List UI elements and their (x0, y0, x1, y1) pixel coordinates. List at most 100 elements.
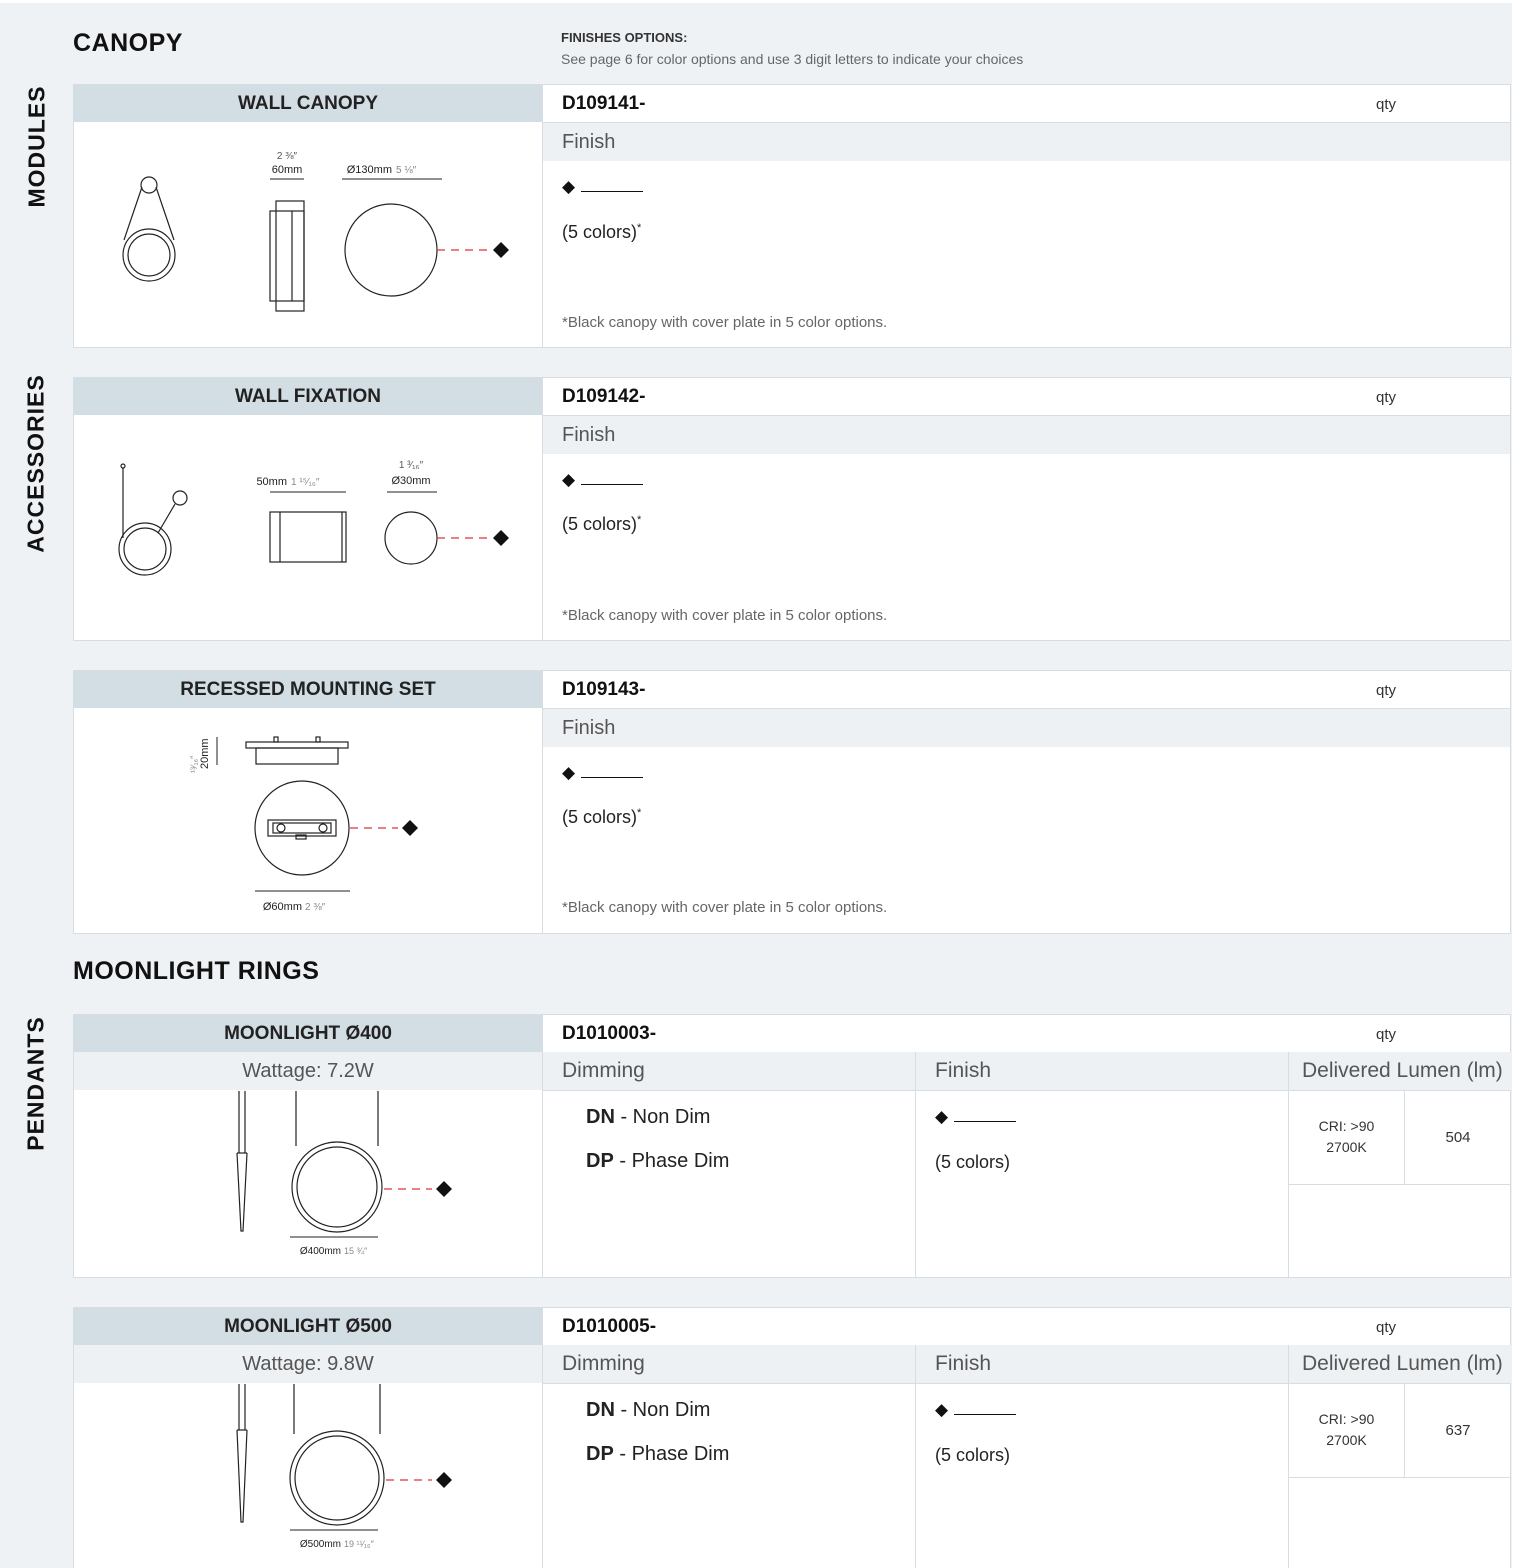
section-title-rings: MOONLIGHT RINGS (73, 957, 320, 985)
product-code: D109141- (562, 93, 646, 114)
fixation-profile-icon (118, 463, 188, 576)
finish-swatch-field[interactable]: ◆ (562, 470, 644, 490)
finish-marker-icon (493, 530, 509, 546)
finish-header: Finish (543, 123, 1510, 161)
product-code: D109142- (562, 386, 646, 407)
pendant-front-icon (291, 1091, 383, 1233)
dim-diameter-inch: 19 ¹¹⁄₁₆″ (344, 1539, 375, 1549)
cri-cct: CRI: >90 2700K (1318, 1118, 1375, 1155)
finish-colors: (5 colors) (935, 1152, 1011, 1172)
dim-height-inch: ¹³⁄₁₆″ (189, 755, 199, 773)
canopy-front-icon (344, 203, 438, 297)
qty-label[interactable]: qty (1376, 1015, 1396, 1052)
finish-note: *Black canopy with cover plate in 5 colo… (562, 899, 888, 916)
product-name: RECESSED MOUNTING SET (74, 671, 542, 708)
diamond-icon: ◆ (562, 177, 576, 196)
finish-note: *Black canopy with cover plate in 5 colo… (562, 314, 888, 331)
finish-header: Finish (916, 1345, 1289, 1383)
dim-diameter: Ø60mm (263, 901, 302, 913)
dimming-header: Dimming (543, 1345, 916, 1383)
fixation-front-icon (384, 511, 438, 565)
recessed-front-icon (254, 780, 350, 876)
finish-header: Finish (543, 416, 1510, 454)
finish-marker-icon (402, 820, 418, 836)
side-label-accessories: ACCESSORIES (22, 374, 49, 553)
dim-depth-mm: 60mm (272, 164, 303, 176)
lumen-header: Delivered Lumen (lm) (1289, 1052, 1511, 1090)
lumen-header: Delivered Lumen (lm) (1289, 1345, 1511, 1383)
dim-depth-mm: 50mm (256, 476, 287, 488)
finish-colors: (5 colors) (935, 1445, 1011, 1465)
pendant-side-icon (236, 1384, 248, 1523)
qty-label[interactable]: qty (1376, 85, 1396, 122)
finish-marker-icon (436, 1472, 452, 1488)
recessed-set-drawing: 20mm ¹³⁄₁₆″ Ø60mm 2 ⅜″ (189, 736, 418, 913)
finish-note: *Black canopy with cover plate in 5 colo… (562, 607, 888, 624)
dim-diameter-inch: 15 ¾″ (344, 1246, 368, 1256)
qty-label[interactable]: qty (1376, 1308, 1396, 1345)
qty-label[interactable]: qty (1376, 378, 1396, 415)
dim-diameter-inch: 1 ³⁄₁₆″ (399, 460, 424, 471)
finish-swatch-field[interactable]: ◆ (935, 1107, 1017, 1127)
product-name: MOONLIGHT Ø400 (74, 1015, 542, 1052)
dimming-option-dp[interactable]: DP - Phase Dim (586, 1443, 729, 1466)
dim-diameter: Ø130mm (347, 164, 392, 176)
dim-diameter: Ø500mm (300, 1539, 341, 1550)
product-card-wall-canopy: WALL CANOPY D109141- qty Finish ◆ (5 col… (73, 84, 1511, 348)
dimming-option-dp[interactable]: DP - Phase Dim (586, 1150, 729, 1173)
canopy-profile-icon (122, 176, 176, 282)
pendant-front-icon (289, 1384, 385, 1526)
product-name: WALL CANOPY (74, 85, 542, 122)
cri-cct: CRI: >90 2700K (1318, 1411, 1375, 1448)
finishes-options-subtitle: See page 6 for color options and use 3 d… (561, 51, 1024, 67)
product-name: MOONLIGHT Ø500 (74, 1308, 542, 1345)
dimming-header: Dimming (543, 1052, 916, 1090)
finish-marker-icon (436, 1181, 452, 1197)
dimming-option-dn[interactable]: DN - Non Dim (586, 1106, 710, 1129)
qty-label[interactable]: qty (1376, 671, 1396, 708)
finishes-options-title: FINISHES OPTIONS: (561, 30, 688, 45)
wall-canopy-drawing: 2 ⅜″ 60mm Ø130mm 5 ⅛″ (122, 151, 509, 312)
wattage: Wattage: 9.8W (74, 1345, 542, 1383)
finish-header: Finish (916, 1052, 1289, 1090)
finish-colors: (5 colors)* (562, 222, 642, 242)
product-name: WALL FIXATION (74, 378, 542, 415)
finish-swatch-field[interactable]: ◆ (562, 177, 644, 197)
dimming-option-dn[interactable]: DN - Non Dim (586, 1399, 710, 1422)
lumen-value: 504 (1445, 1129, 1471, 1146)
dim-height-mm: 20mm (199, 738, 211, 769)
section-title-canopy: CANOPY (73, 29, 183, 57)
product-card-wall-fixation: WALL FIXATION D109142- qty Finish ◆ (5 c… (73, 377, 1511, 641)
product-card-recessed-mounting-set: RECESSED MOUNTING SET D109143- qty Finis… (73, 670, 1511, 934)
wattage: Wattage: 7.2W (74, 1052, 542, 1090)
product-code: D1010003- (562, 1023, 657, 1044)
side-label-pendants: PENDANTS (22, 1016, 49, 1151)
dim-diameter: Ø400mm (300, 1246, 341, 1257)
finish-marker-icon (493, 242, 509, 258)
product-code: D1010005- (562, 1316, 657, 1337)
canopy-side-icon (269, 200, 305, 312)
recessed-side-icon (245, 736, 349, 765)
finish-swatch-field[interactable]: ◆ (562, 763, 644, 783)
dim-depth-inch: 2 ⅜″ (277, 151, 298, 162)
product-code: D109143- (562, 679, 646, 700)
diamond-icon: ◆ (562, 470, 576, 489)
finish-colors: (5 colors)* (562, 514, 642, 534)
pendant-side-icon (236, 1091, 248, 1232)
side-label-modules: MODULES (23, 85, 50, 208)
dim-diameter-inch: 2 ⅜″ (305, 902, 326, 913)
dim-depth-inch: 1 ¹⁵⁄₁₆″ (291, 477, 320, 488)
diamond-icon: ◆ (935, 1107, 949, 1126)
finish-colors: (5 colors)* (562, 807, 642, 827)
product-card-moonlight-400: MOONLIGHT Ø400 Wattage: 7.2W D1010003- q… (73, 1014, 1511, 1278)
moonlight-500-drawing: Ø500mm 19 ¹¹⁄₁₆″ (236, 1384, 452, 1550)
diamond-icon: ◆ (562, 763, 576, 782)
diamond-icon: ◆ (935, 1400, 949, 1419)
dim-diameter: Ø30mm (391, 475, 430, 487)
lumen-value: 637 (1445, 1422, 1471, 1439)
finish-header: Finish (543, 709, 1510, 747)
moonlight-400-drawing: Ø400mm 15 ¾″ (236, 1091, 452, 1257)
wall-fixation-drawing: 50mm 1 ¹⁵⁄₁₆″ 1 ³⁄₁₆″ Ø30mm (118, 460, 509, 576)
fixation-side-icon (269, 511, 347, 563)
finish-swatch-field[interactable]: ◆ (935, 1400, 1017, 1420)
